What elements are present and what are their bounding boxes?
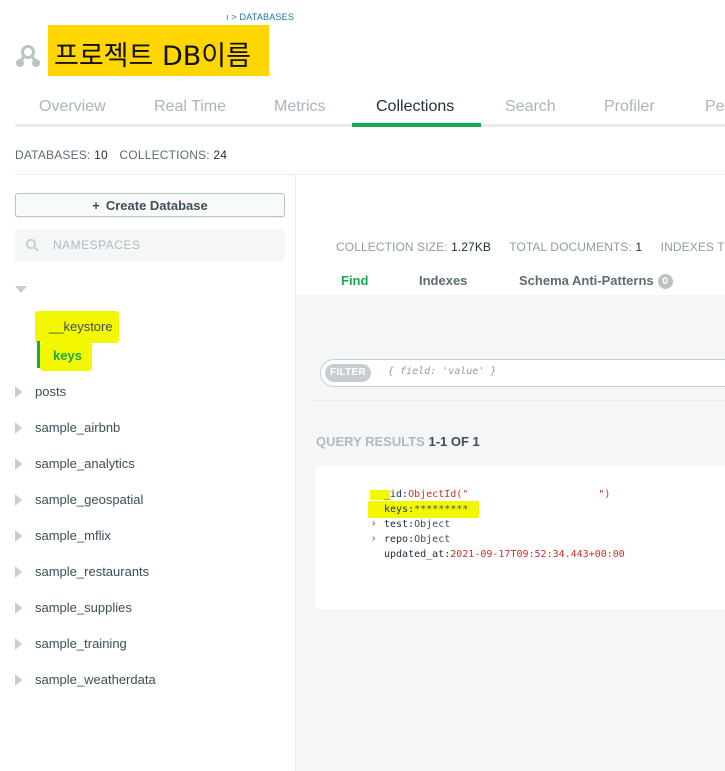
query-results-count: QUERY RESULTS 1-1 OF 1 — [316, 434, 480, 449]
field-value: 2021-09-17T09:52:34.443+00:00 — [450, 549, 625, 560]
chevron-right-icon — [15, 638, 22, 650]
expand-icon[interactable]: › — [372, 533, 375, 544]
collection-item-keystore[interactable]: __keystore — [49, 319, 113, 334]
indexes-total-label: INDEXES TO — [660, 240, 725, 254]
page-title: 프로젝트 DB이름 — [48, 25, 269, 76]
tab-real-time[interactable]: Real Time — [154, 98, 226, 116]
collection-item-keys[interactable]: keys — [53, 348, 82, 363]
field-key: _id: — [384, 489, 409, 500]
document-field-test[interactable]: test:Object — [384, 519, 450, 530]
collection-size-value: 1.27KB — [451, 240, 492, 254]
search-icon — [25, 238, 39, 252]
database-label: posts — [35, 384, 67, 399]
field-key: updated_at: — [384, 549, 451, 560]
collection-stats: COLLECTION SIZE: 1.27KB TOTAL DOCUMENTS:… — [336, 240, 725, 254]
chevron-right-icon — [15, 458, 22, 470]
collection-subtabs: Find Indexes Schema Anti-Patterns 0 — [296, 268, 725, 295]
chevron-down-icon[interactable] — [15, 286, 27, 293]
chevron-right-icon — [15, 674, 22, 686]
collection-size-label: COLLECTION SIZE: — [336, 240, 448, 254]
document-field-updated-at: updated_at:2021-09-17T09:52:34.443+00:00 — [384, 549, 625, 560]
database-label: sample_supplies — [35, 600, 132, 615]
database-label: sample_analytics — [35, 456, 135, 471]
chevron-right-icon — [15, 386, 22, 398]
database-label: sample_training — [35, 636, 127, 651]
document-card: _id:ObjectId(" ") keys:********* › test:O… — [316, 466, 725, 609]
create-database-label: Create Database — [105, 198, 208, 213]
query-results-label: QUERY RESULTS — [316, 434, 425, 449]
collections-count: 24 — [213, 148, 228, 162]
tab-schema-anti-patterns[interactable]: Schema Anti-Patterns 0 — [519, 273, 673, 289]
field-key: keys: — [384, 504, 415, 515]
active-collection-indicator — [37, 341, 40, 368]
filter-placeholder: { field: 'value' } — [388, 366, 497, 377]
databases-count: 10 — [94, 148, 108, 162]
filter-input[interactable]: FILTER { field: 'value' } — [320, 359, 725, 387]
database-label: sample_geospatial — [35, 492, 144, 507]
field-value: Object — [414, 519, 451, 530]
tab-find[interactable]: Find — [341, 273, 368, 288]
create-database-button[interactable]: + Create Database — [15, 193, 285, 217]
document-field-keys: keys:********* — [384, 504, 468, 515]
filter-pill: FILTER — [325, 364, 371, 382]
field-value: Object — [414, 534, 451, 545]
chevron-right-icon — [15, 566, 22, 578]
collections-label: COLLECTIONS: — [119, 148, 210, 162]
field-value: ObjectId(" — [408, 489, 469, 500]
count-badge: 0 — [657, 274, 673, 289]
namespace-search-placeholder: NAMESPACES — [53, 238, 141, 252]
field-key: test: — [384, 519, 415, 530]
tab-performance[interactable]: Per — [705, 98, 725, 116]
document-field-repo[interactable]: repo:Object — [384, 534, 450, 545]
plus-icon: + — [92, 198, 100, 213]
tab-indexes[interactable]: Indexes — [419, 273, 467, 288]
field-key: repo: — [384, 534, 415, 545]
main-tabs: Overview Real Time Metrics Collections S… — [15, 92, 725, 127]
field-value: ********* — [414, 504, 469, 515]
active-tab-indicator — [352, 123, 481, 127]
database-label: sample_weatherdata — [35, 672, 156, 687]
document-field-id: _id:ObjectId(" ") — [384, 489, 610, 500]
field-value-close: ") — [598, 489, 611, 500]
expand-icon[interactable]: › — [372, 518, 375, 529]
tab-collections[interactable]: Collections — [376, 98, 454, 116]
tab-overview[interactable]: Overview — [39, 98, 106, 116]
total-documents-label: TOTAL DOCUMENTS: — [509, 240, 632, 254]
chevron-right-icon — [15, 602, 22, 614]
project-icon — [16, 45, 40, 67]
filter-divider — [312, 400, 725, 401]
database-label: sample_restaurants — [35, 564, 150, 579]
schema-anti-patterns-label: Schema Anti-Patterns — [519, 273, 654, 288]
databases-label: DATABASES: — [15, 148, 91, 162]
tab-search[interactable]: Search — [505, 98, 556, 116]
namespace-search-input[interactable]: NAMESPACES — [15, 229, 285, 261]
chevron-right-icon — [15, 530, 22, 542]
cluster-stats: DATABASES: 10 COLLECTIONS: 24 — [15, 148, 235, 162]
tab-metrics[interactable]: Metrics — [274, 98, 326, 116]
database-label: sample_mflix — [35, 528, 111, 543]
total-documents-value: 1 — [635, 240, 643, 254]
query-results-value: 1-1 OF 1 — [428, 434, 480, 449]
database-label: sample_airbnb — [35, 420, 121, 435]
breadcrumb[interactable]: ı > DATABASES — [226, 12, 294, 22]
chevron-right-icon — [15, 422, 22, 434]
header-divider — [15, 174, 725, 175]
chevron-right-icon — [15, 494, 22, 506]
tab-profiler[interactable]: Profiler — [604, 98, 655, 116]
